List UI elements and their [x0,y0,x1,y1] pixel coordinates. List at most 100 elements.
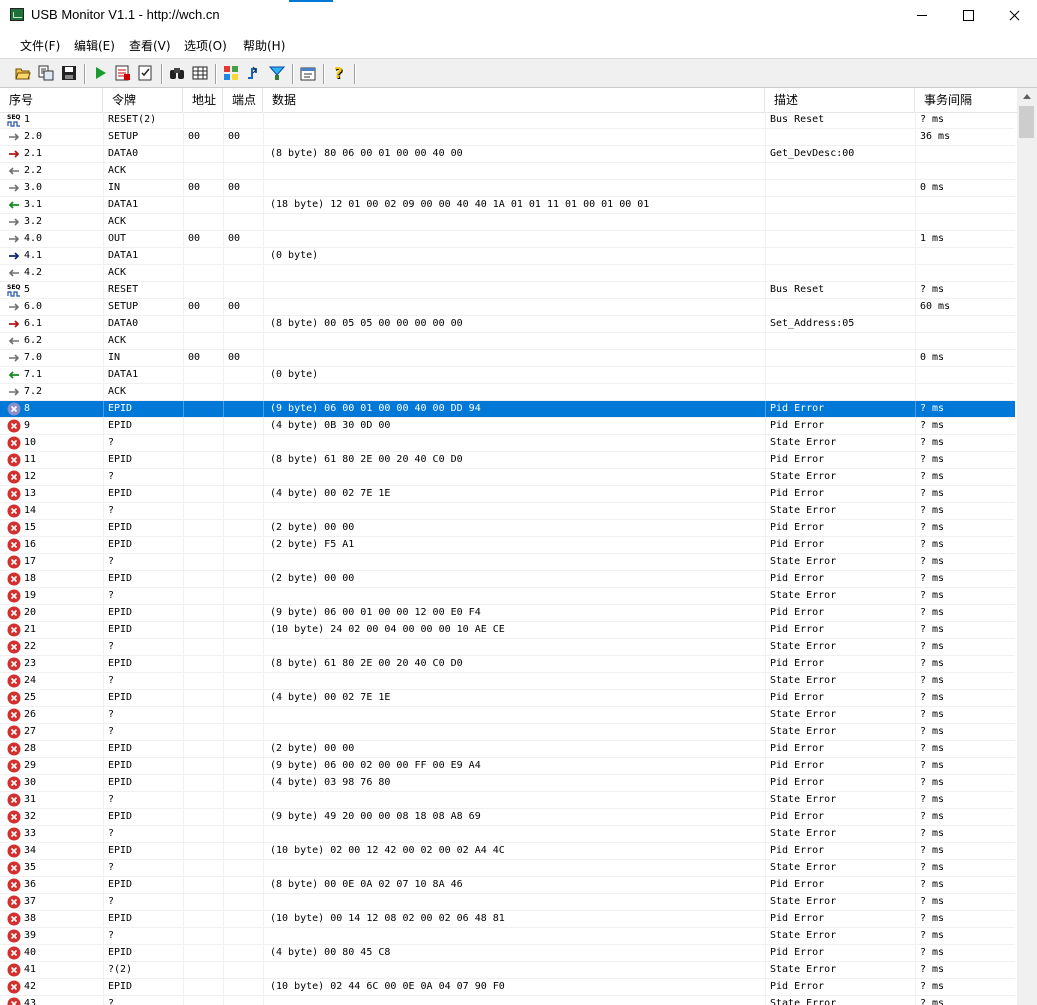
table-row[interactable]: 42 EPID (10 byte) 02 44 6C 00 0E 0A 04 0… [0,979,1015,996]
table-row[interactable]: SEQ 1 RESET(2) Bus Reset ? ms [0,112,1015,129]
table-row[interactable]: 14 ? State Error ? ms [0,503,1015,520]
table-row[interactable]: 36 EPID (8 byte) 00 0E 0A 02 07 10 8A 46… [0,877,1015,894]
table-row[interactable]: 11 EPID (8 byte) 61 80 2E 00 20 40 C0 D0… [0,452,1015,469]
properties-icon[interactable] [300,65,316,81]
table-row[interactable]: 34 EPID (10 byte) 02 00 12 42 00 02 00 0… [0,843,1015,860]
table-row[interactable]: 40 EPID (4 byte) 00 80 45 C8 Pid Error ?… [0,945,1015,962]
table-row[interactable]: 17 ? State Error ? ms [0,554,1015,571]
column-divider [263,435,264,451]
help-icon[interactable]: ? ? [331,65,347,81]
table-row[interactable]: 16 EPID (2 byte) F5 A1 Pid Error ? ms [0,537,1015,554]
menu-options[interactable]: 选项(O) [184,37,227,54]
menu-view[interactable]: 查看(V) [129,37,171,54]
error-icon [7,606,21,620]
table-row[interactable]: 37 ? State Error ? ms [0,894,1015,911]
packet-list[interactable]: 序号 令牌 地址 端点 数据 描述 事务间隔 SEQ 1 RESET(2) Bu… [0,88,1037,1005]
table-row[interactable]: 6.2 ACK [0,333,1015,350]
table-row[interactable]: 7.2 ACK [0,384,1015,401]
column-divider [223,554,224,570]
table-row[interactable]: 20 EPID (9 byte) 06 00 01 00 00 12 00 E0… [0,605,1015,622]
table-row[interactable]: 32 EPID (9 byte) 49 20 00 00 08 18 08 A8… [0,809,1015,826]
table-row[interactable]: 9 EPID (4 byte) 0B 30 0D 00 Pid Error ? … [0,418,1015,435]
stop-icon[interactable] [115,65,131,81]
vertical-scrollbar[interactable] [1017,88,1037,1005]
color-icon[interactable] [223,65,239,81]
table-row[interactable]: 2.2 ACK [0,163,1015,180]
table-row[interactable]: 3.1 DATA1 (18 byte) 12 01 00 02 09 00 00… [0,197,1015,214]
trigger-icon[interactable] [246,65,262,81]
table-row[interactable]: 39 ? State Error ? ms [0,928,1015,945]
cell-interval: ? ms [920,998,945,1005]
open-icon[interactable] [15,65,31,81]
table-row[interactable]: 25 EPID (4 byte) 00 02 7E 1E Pid Error ?… [0,690,1015,707]
close-button[interactable] [991,0,1037,31]
table-row[interactable]: 38 EPID (10 byte) 00 14 12 08 02 00 02 0… [0,911,1015,928]
menu-edit[interactable]: 编辑(E) [74,37,115,54]
table-row[interactable]: 41 ?(2) State Error ? ms [0,962,1015,979]
table-row[interactable]: 27 ? State Error ? ms [0,724,1015,741]
table-row[interactable]: 19 ? State Error ? ms [0,588,1015,605]
table-row[interactable]: 3.0 IN 00 00 0 ms [0,180,1015,197]
table-row[interactable]: 2.0 SETUP 00 00 36 ms [0,129,1015,146]
column-divider [103,809,104,825]
table-row[interactable]: 30 EPID (4 byte) 03 98 76 80 Pid Error ?… [0,775,1015,792]
minimize-button[interactable] [899,0,945,31]
table-row[interactable]: 13 EPID (4 byte) 00 02 7E 1E Pid Error ?… [0,486,1015,503]
scroll-thumb[interactable] [1019,106,1034,138]
table-row[interactable]: 21 EPID (10 byte) 24 02 00 04 00 00 00 1… [0,622,1015,639]
table-row[interactable]: 23 EPID (8 byte) 61 80 2E 00 20 40 C0 D0… [0,656,1015,673]
table-row[interactable]: 7.0 IN 00 00 0 ms [0,350,1015,367]
table-row[interactable]: 15 EPID (2 byte) 00 00 Pid Error ? ms [0,520,1015,537]
table-row[interactable]: 28 EPID (2 byte) 00 00 Pid Error ? ms [0,741,1015,758]
column-header-interval[interactable]: 事务间隔 [915,88,1017,112]
table-row[interactable]: 6.1 DATA0 (8 byte) 00 05 05 00 00 00 00 … [0,316,1015,333]
table-row[interactable]: 3.2 ACK [0,214,1015,231]
save-icon[interactable] [61,65,77,81]
edit-icon[interactable] [138,65,154,81]
filter-icon[interactable] [269,65,285,81]
cell-description: Pid Error [770,760,825,771]
column-header-seq[interactable]: 序号 [0,88,103,112]
table-row[interactable]: 31 ? State Error ? ms [0,792,1015,809]
table-row[interactable]: 4.2 ACK [0,265,1015,282]
column-header-token[interactable]: 令牌 [103,88,183,112]
table-row[interactable]: 6.0 SETUP 00 00 60 ms [0,299,1015,316]
start-icon[interactable] [92,65,108,81]
table-row[interactable]: 29 EPID (9 byte) 06 00 02 00 00 FF 00 E9… [0,758,1015,775]
column-header-address[interactable]: 地址 [183,88,223,112]
table-row[interactable]: 43 ? State Error ? ms [0,996,1015,1005]
table-row[interactable]: SEQ 5 RESET Bus Reset ? ms [0,282,1015,299]
column-header-description[interactable]: 描述 [765,88,915,112]
table-row[interactable]: 33 ? State Error ? ms [0,826,1015,843]
table-row[interactable]: 10 ? State Error ? ms [0,435,1015,452]
table-row[interactable]: 26 ? State Error ? ms [0,707,1015,724]
table-icon[interactable] [192,65,208,81]
table-row[interactable]: 7.1 DATA1 (0 byte) [0,367,1015,384]
table-row[interactable]: 24 ? State Error ? ms [0,673,1015,690]
column-divider [915,792,916,808]
column-divider [263,537,264,553]
cell-endpoint [228,928,260,944]
cell-token: DATA1 [108,250,139,261]
table-row[interactable]: 4.1 DATA1 (0 byte) [0,248,1015,265]
column-header-endpoint[interactable]: 端点 [223,88,263,112]
cell-seq: 32 [24,811,37,822]
find-icon[interactable] [169,65,185,81]
error-icon [7,640,21,654]
maximize-button[interactable] [945,0,991,31]
table-row[interactable]: 22 ? State Error ? ms [0,639,1015,656]
cell-address [188,758,220,774]
table-row[interactable]: 12 ? State Error ? ms [0,469,1015,486]
menu-file[interactable]: 文件(F) [20,37,60,54]
scroll-up-arrow[interactable] [1017,88,1037,105]
menu-help[interactable]: 帮助(H) [243,37,285,54]
column-header-data[interactable]: 数据 [263,88,765,112]
table-row[interactable]: 35 ? State Error ? ms [0,860,1015,877]
table-row[interactable]: 4.0 OUT 00 00 1 ms [0,231,1015,248]
table-row[interactable]: 8 EPID (9 byte) 06 00 01 00 00 40 00 DD … [0,401,1015,418]
column-divider [183,282,184,298]
table-row[interactable]: 18 EPID (2 byte) 00 00 Pid Error ? ms [0,571,1015,588]
table-row[interactable]: 2.1 DATA0 (8 byte) 80 06 00 01 00 00 40 … [0,146,1015,163]
export-icon[interactable] [38,65,54,81]
cell-description: Bus Reset [770,284,825,295]
